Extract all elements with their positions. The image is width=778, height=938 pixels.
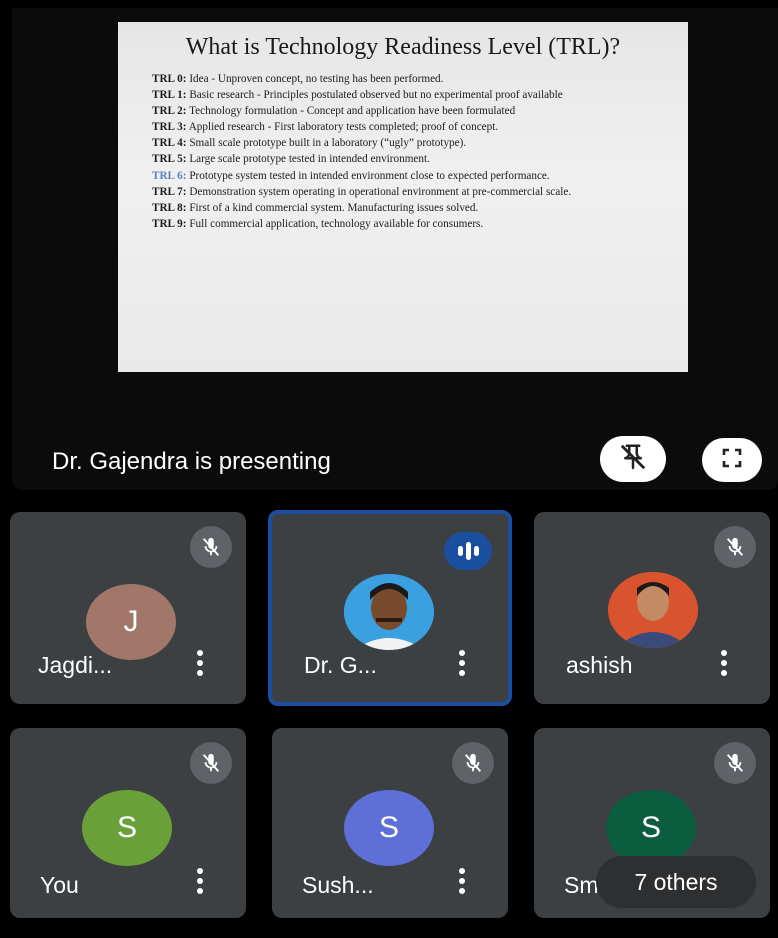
participant-tile[interactable]: J Jagdi... <box>10 512 246 704</box>
participant-name: Sush... <box>302 872 374 898</box>
fullscreen-icon <box>720 446 744 475</box>
avatar <box>608 572 698 648</box>
mic-off-icon <box>714 742 756 784</box>
participant-name: You <box>40 872 79 898</box>
list-item: TRL 0: Idea - Unproven concept, no testi… <box>152 73 444 85</box>
avatar-photo <box>608 572 698 648</box>
presentation-area[interactable]: What is Technology Readiness Level (TRL)… <box>12 8 778 490</box>
participant-name: ashish <box>566 652 633 678</box>
others-button[interactable]: 7 others <box>596 856 756 908</box>
avatar: J <box>86 584 176 660</box>
more-options-icon[interactable] <box>456 868 468 894</box>
list-item: TRL 9: Full commercial application, tech… <box>152 217 484 230</box>
mic-off-icon <box>190 526 232 568</box>
participant-tile[interactable]: S You <box>10 728 246 918</box>
avatar-photo <box>344 574 434 650</box>
unpin-icon <box>618 442 648 477</box>
more-options-icon[interactable] <box>194 650 206 676</box>
list-item: TRL 1: Basic research - Principles postu… <box>152 89 563 102</box>
slide-title: What is Technology Readiness Level (TRL)… <box>185 34 621 60</box>
speaking-icon <box>444 532 492 570</box>
trl-list: TRL 0: Idea - Unproven concept, no testi… <box>152 73 664 235</box>
avatar <box>344 574 434 650</box>
avatar: S <box>344 790 434 866</box>
mic-off-icon <box>190 742 232 784</box>
slide: What is Technology Readiness Level (TRL)… <box>118 22 688 372</box>
presenting-label: Dr. Gajendra is presenting <box>52 448 331 475</box>
list-item: TRL 5: Large scale prototype tested in i… <box>152 153 430 166</box>
participant-tile-active[interactable]: Dr. G... <box>268 510 512 706</box>
more-options-icon[interactable] <box>194 868 206 894</box>
mic-off-icon <box>452 742 494 784</box>
list-item: TRL 2: Technology formulation - Concept … <box>152 105 516 118</box>
participant-tile[interactable]: ashish <box>534 512 770 704</box>
fullscreen-button[interactable] <box>702 438 762 482</box>
participant-name: Jagdi... <box>38 652 113 678</box>
participant-name: Dr. G... <box>304 652 377 678</box>
list-item: TRL 4: Small scale prototype built in a … <box>152 137 467 150</box>
list-item: TRL 8: First of a kind commercial system… <box>152 201 479 214</box>
list-item: TRL 7: Demonstration system operating in… <box>152 185 572 198</box>
avatar: S <box>82 790 172 866</box>
more-options-icon[interactable] <box>718 650 730 676</box>
list-item: TRL 6: Prototype system tested in intend… <box>152 169 550 182</box>
more-options-icon[interactable] <box>456 650 468 676</box>
participant-tile[interactable]: S Sush... <box>272 728 508 918</box>
mic-off-icon <box>714 526 756 568</box>
list-item: TRL 3: Applied research - First laborato… <box>152 121 499 134</box>
avatar: S <box>606 790 696 866</box>
unpin-button[interactable] <box>600 436 666 482</box>
